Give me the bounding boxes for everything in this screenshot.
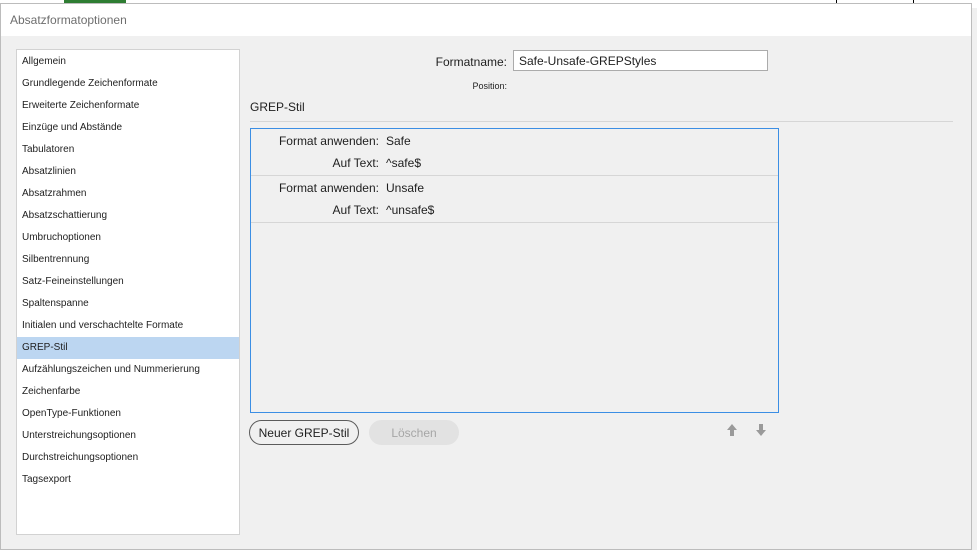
arrow-up-icon xyxy=(727,424,737,436)
apply-format-row[interactable]: Format anwenden: Unsafe xyxy=(251,179,778,197)
sidebar-item-unterstreichungsoptionen[interactable]: Unterstreichungsoptionen xyxy=(17,425,239,447)
grep-style-list[interactable]: Format anwenden: Safe Auf Text: ^safe$ F… xyxy=(250,128,779,413)
apply-format-value[interactable]: Safe xyxy=(386,132,411,150)
to-text-value[interactable]: ^safe$ xyxy=(386,154,421,172)
apply-format-value[interactable]: Unsafe xyxy=(386,179,424,197)
apply-format-label: Format anwenden: xyxy=(278,134,379,148)
dialog-title: Absatzformatoptionen xyxy=(10,13,127,27)
sidebar-item-tagsexport[interactable]: Tagsexport xyxy=(17,469,239,491)
sidebar-item-silbentrennung[interactable]: Silbentrennung xyxy=(17,249,239,271)
grep-style-item[interactable]: Format anwenden: Unsafe Auf Text: ^unsaf… xyxy=(251,176,778,223)
move-down-button[interactable] xyxy=(753,422,769,438)
sidebar-item-allgemein[interactable]: Allgemein xyxy=(17,51,239,73)
sidebar-item-opentype-funktionen[interactable]: OpenType-Funktionen xyxy=(17,403,239,425)
category-list: Allgemein Grundlegende Zeichenformate Er… xyxy=(16,49,240,535)
sidebar-item-durchstreichungsoptionen[interactable]: Durchstreichungsoptionen xyxy=(17,447,239,469)
sidebar-item-satz-feineinstellungen[interactable]: Satz-Feineinstellungen xyxy=(17,271,239,293)
sidebar-item-einzuege-und-abstaende[interactable]: Einzüge und Abstände xyxy=(17,117,239,139)
sidebar-item-absatzlinien[interactable]: Absatzlinien xyxy=(17,161,239,183)
title-bar[interactable]: Absatzformatoptionen xyxy=(1,4,971,36)
to-text-value[interactable]: ^unsafe$ xyxy=(386,201,434,219)
move-up-button[interactable] xyxy=(724,422,740,438)
to-text-row[interactable]: Auf Text: ^safe$ xyxy=(251,154,778,172)
to-text-row[interactable]: Auf Text: ^unsafe$ xyxy=(251,201,778,219)
paragraph-style-options-dialog: Absatzformatoptionen Allgemein Grundlege… xyxy=(0,3,972,550)
sidebar-item-grundlegende-zeichenformate[interactable]: Grundlegende Zeichenformate xyxy=(17,73,239,95)
grep-style-item[interactable]: Format anwenden: Safe Auf Text: ^safe$ xyxy=(251,129,778,176)
sidebar-item-absatzrahmen[interactable]: Absatzrahmen xyxy=(17,183,239,205)
arrow-down-icon xyxy=(756,424,766,436)
sidebar-item-aufzaehlungszeichen[interactable]: Aufzählungszeichen und Nummerierung xyxy=(17,359,239,381)
sidebar-item-spaltenspanne[interactable]: Spaltenspanne xyxy=(17,293,239,315)
format-name-input[interactable] xyxy=(513,50,768,71)
section-heading: GREP-Stil xyxy=(250,100,305,114)
sidebar-item-erweiterte-zeichenformate[interactable]: Erweiterte Zeichenformate xyxy=(17,95,239,117)
sidebar-item-tabulatoren[interactable]: Tabulatoren xyxy=(17,139,239,161)
format-name-label: Formatname: xyxy=(435,55,507,69)
sidebar-item-initialen[interactable]: Initialen und verschachtelte Formate xyxy=(17,315,239,337)
sidebar-item-umbruchoptionen[interactable]: Umbruchoptionen xyxy=(17,227,239,249)
to-text-label: Auf Text: xyxy=(332,156,379,170)
delete-button[interactable]: Löschen xyxy=(369,420,459,445)
to-text-label: Auf Text: xyxy=(332,203,379,217)
sidebar-item-absatzschattierung[interactable]: Absatzschattierung xyxy=(17,205,239,227)
position-label: Position: xyxy=(472,81,507,91)
section-divider xyxy=(250,121,953,122)
sidebar-item-grep-stil[interactable]: GREP-Stil xyxy=(17,337,239,359)
sidebar-item-zeichenfarbe[interactable]: Zeichenfarbe xyxy=(17,381,239,403)
apply-format-label: Format anwenden: xyxy=(278,181,379,195)
new-grep-style-button[interactable]: Neuer GREP-Stil xyxy=(249,420,359,445)
apply-format-row[interactable]: Format anwenden: Safe xyxy=(251,132,778,150)
